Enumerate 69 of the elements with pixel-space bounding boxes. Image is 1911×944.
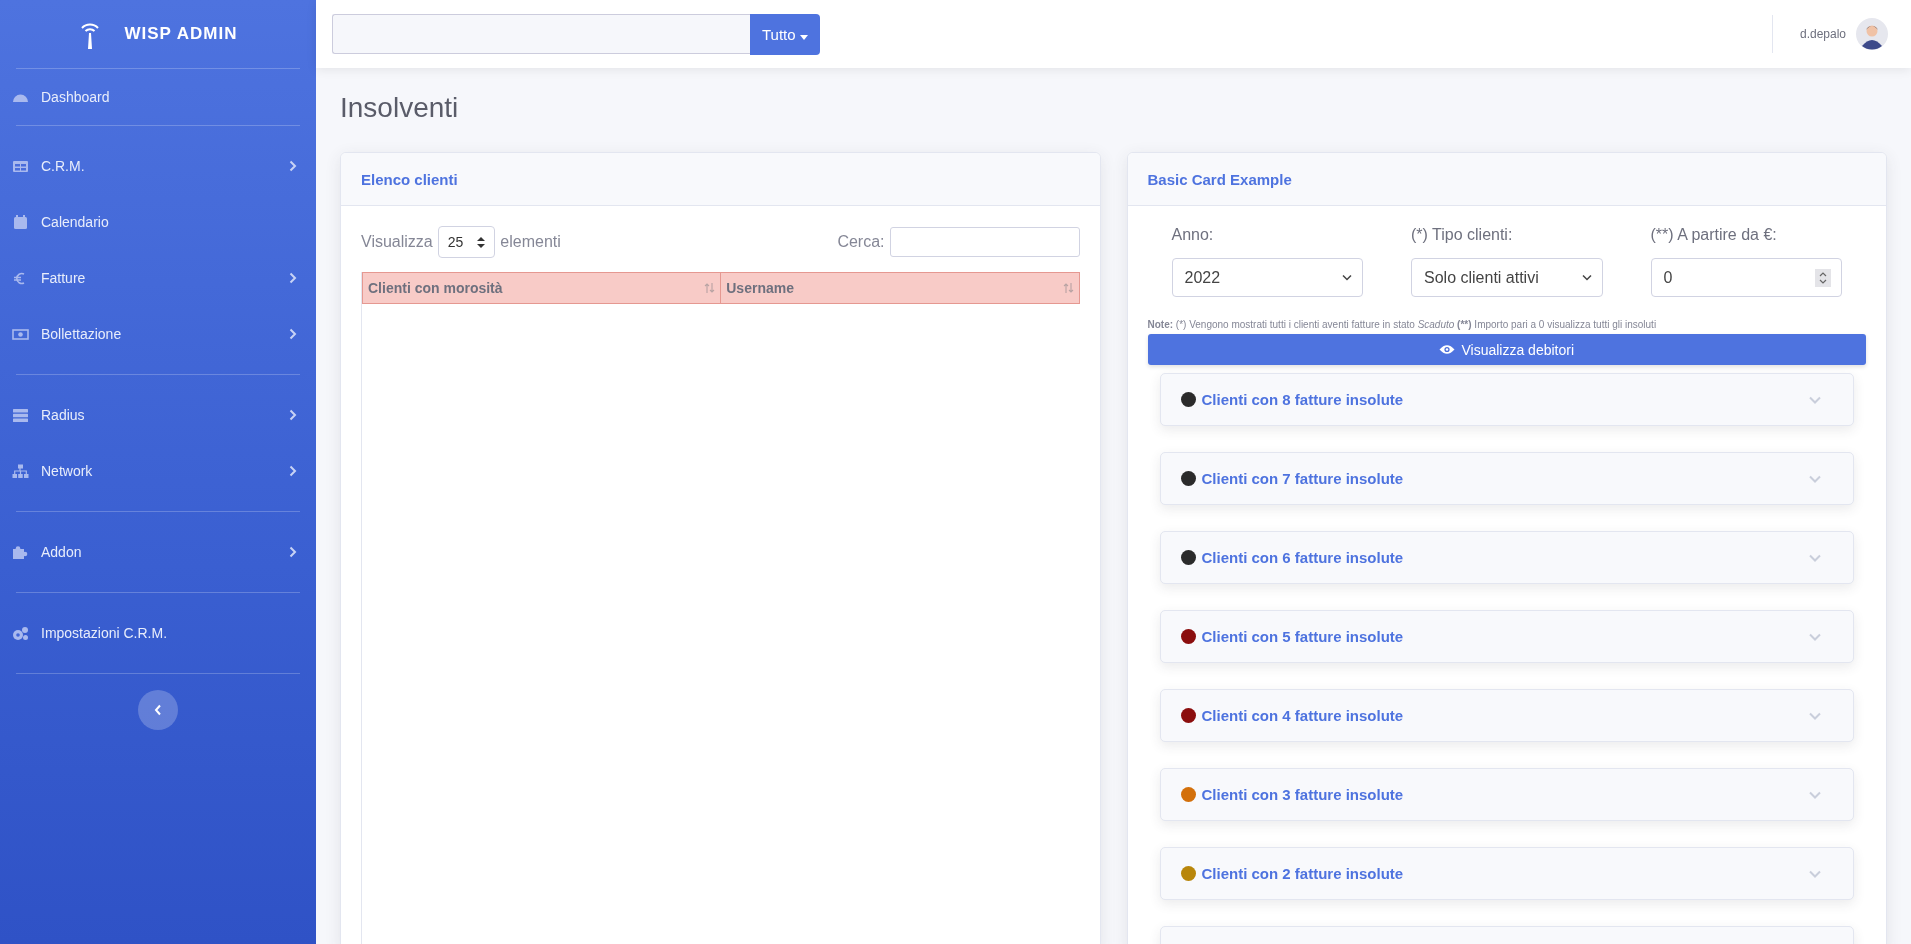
sidebar-item[interactable]: Dashboard (12, 69, 300, 125)
filter-label: Anno: (1171, 226, 1215, 244)
chevron-down-icon (1809, 474, 1821, 483)
chevron-down-icon (1809, 790, 1821, 799)
chevron-down-icon (1342, 274, 1352, 281)
chevron-right-icon (289, 546, 297, 558)
eye-icon (1439, 344, 1456, 355)
chevron-right-icon (289, 160, 297, 172)
search-scope-dropdown[interactable]: Tutto (750, 13, 820, 55)
chevron-down-icon (1809, 632, 1821, 641)
calendar-icon (12, 214, 29, 230)
column-header[interactable]: Username (720, 273, 1079, 303)
note-text: Note: (*) Vengono mostrati tutti i clienti aventi fatture in stato Scaduto (**) Importo pari a 0 visualizza tutti gli insoluti (1147, 319, 1658, 330)
table-search-field[interactable] (889, 227, 1080, 257)
accordion-header[interactable]: Clienti con 7 fatture insolute (1159, 452, 1854, 505)
user-avatar-icon[interactable] (1856, 18, 1888, 50)
sidebar-item[interactable]: Addon (12, 524, 300, 580)
accordion-header[interactable]: Clienti con 5 fatture insolute (1159, 610, 1854, 663)
chevron-down-icon (1809, 553, 1821, 562)
sidebar-item[interactable]: Fatture (12, 250, 300, 306)
show-debtors-button[interactable]: Visualizza debitori (1147, 334, 1866, 365)
number-field[interactable]: 0 (1650, 258, 1842, 297)
sidebar-item[interactable]: Network (12, 443, 300, 499)
accordion-header[interactable]: Clienti con 6 fatture insolute (1159, 531, 1854, 584)
server-icon (12, 407, 29, 423)
sidebar-item[interactable]: Calendario (12, 194, 300, 250)
chevron-down-icon (1809, 711, 1821, 720)
spinner-arrows-icon (1815, 268, 1831, 287)
accordion-header[interactable]: Clienti con 2 fatture insolute (1159, 847, 1854, 900)
filter-label: (*) Tipo clienti: (1411, 226, 1514, 244)
chevron-right-icon (289, 465, 297, 477)
money-icon (12, 326, 29, 342)
sort-arrows-icon (477, 236, 486, 248)
column-header[interactable]: Clienti con morosità (363, 273, 721, 303)
sort-arrows-icon (704, 283, 716, 293)
chevron-right-icon (289, 409, 297, 421)
page-length-select[interactable]: 25 (437, 226, 496, 258)
table-icon (12, 158, 29, 174)
chevron-down-icon (1809, 869, 1821, 878)
username[interactable]: d.depalo (1799, 27, 1846, 41)
length-prefix-label: Visualizza (361, 233, 433, 251)
sidebar-collapse-button[interactable] (138, 690, 178, 730)
filter-label: (**) A partire da €: (1650, 226, 1778, 244)
puzzle-icon (12, 544, 29, 560)
caret-down-icon (799, 34, 808, 40)
chevron-down-icon (1581, 274, 1592, 281)
accordion-header[interactable]: Clienti con 8 fatture insolute (1159, 373, 1854, 426)
accordion-header[interactable]: Clienti con 3 fatture insolute (1159, 768, 1854, 821)
search-field[interactable] (332, 13, 750, 54)
chevron-right-icon (289, 328, 297, 340)
card-title: Basic Card Example (1147, 170, 1292, 188)
page-title: Insolventi (340, 92, 460, 124)
sidebar-item[interactable]: Impostazioni C.R.M. (12, 605, 300, 661)
search-label: Cerca: (837, 233, 885, 251)
sidebar-item[interactable]: Bollettazione (12, 306, 300, 362)
accordion-header[interactable]: Clienti con 4 fatture insolute (1159, 689, 1854, 742)
select-field[interactable]: 2022 (1171, 258, 1363, 297)
length-suffix-label: elementi (500, 233, 561, 251)
brand-title: WISP ADMIN (124, 24, 238, 44)
chevron-down-icon (1809, 395, 1821, 404)
chevron-left-icon (154, 704, 162, 716)
sitemap-icon (12, 463, 29, 479)
chevron-right-icon (289, 272, 297, 284)
select-field[interactable]: Solo clienti attivi (1411, 258, 1603, 297)
sidebar-item[interactable]: C.R.M. (12, 138, 300, 194)
sidebar-item[interactable]: Radius (12, 387, 300, 443)
card-title: Elenco clienti (361, 170, 458, 188)
cogs-icon (12, 625, 29, 641)
sort-arrows-icon (1062, 283, 1074, 293)
